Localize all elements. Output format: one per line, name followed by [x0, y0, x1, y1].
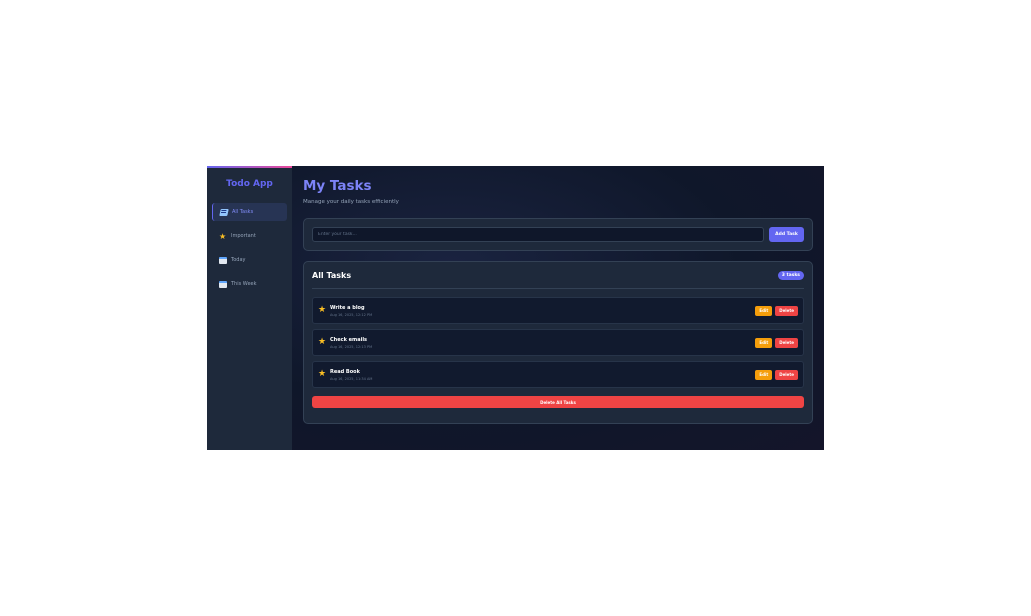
delete-all-button[interactable]: Delete All Tasks — [312, 396, 804, 408]
task-date: Aug 16, 2025, 11:34 AM — [330, 376, 373, 381]
task-date: Aug 16, 2025, 12:12 PM — [330, 312, 373, 317]
task-input[interactable] — [312, 227, 764, 242]
sidebar-item-today[interactable]: Today — [212, 251, 287, 269]
task-date: Aug 16, 2025, 12:13 PM — [330, 344, 373, 349]
calendar-icon — [219, 256, 227, 264]
main-content: My Tasks Manage your daily tasks efficie… — [292, 166, 824, 450]
star-icon[interactable]: ★ — [318, 370, 330, 379]
task-item: ★ Write a blog Aug 16, 2025, 12:12 PM Ed… — [312, 297, 804, 324]
add-task-card: Add Task — [303, 218, 813, 251]
star-icon[interactable]: ★ — [318, 338, 330, 347]
add-task-button[interactable]: Add Task — [769, 227, 804, 242]
task-name: Read Book — [330, 368, 360, 375]
notebook-icon — [219, 208, 229, 216]
edit-button[interactable]: Edit — [755, 305, 773, 316]
sidebar-item-this-week[interactable]: This Week — [212, 275, 287, 293]
task-text: Read Book Aug 16, 2025, 11:34 AM — [330, 369, 752, 381]
page-subtitle: Manage your daily tasks efficiently — [303, 199, 399, 205]
sidebar-item-important[interactable]: ★ Important — [212, 227, 287, 245]
app-window: Todo App All Tasks ★ Important Today Thi… — [207, 166, 824, 450]
task-name: Write a blog — [330, 304, 365, 311]
sidebar-item-all-tasks[interactable]: All Tasks — [212, 203, 287, 221]
calendar-icon — [219, 280, 227, 288]
star-icon[interactable]: ★ — [318, 306, 330, 315]
delete-button[interactable]: Delete — [775, 369, 798, 380]
edit-button[interactable]: Edit — [755, 337, 773, 348]
app-brand: Todo App — [226, 179, 273, 189]
task-text: Write a blog Aug 16, 2025, 12:12 PM — [330, 305, 752, 317]
delete-button[interactable]: Delete — [775, 305, 798, 316]
task-text: Check emails Aug 16, 2025, 12:13 PM — [330, 337, 752, 349]
page-title: My Tasks — [303, 178, 372, 194]
sidebar-item-label: Today — [231, 257, 246, 263]
tasks-title: All Tasks — [312, 270, 352, 280]
task-name: Check emails — [330, 336, 368, 343]
task-count-badge: 3 tasks — [777, 270, 804, 280]
task-list: ★ Write a blog Aug 16, 2025, 12:12 PM Ed… — [312, 297, 804, 388]
edit-button[interactable]: Edit — [755, 369, 773, 380]
sidebar-item-label: Important — [231, 233, 256, 239]
delete-button[interactable]: Delete — [775, 337, 798, 348]
tasks-card: All Tasks 3 tasks ★ Write a blog Aug 16,… — [303, 261, 813, 424]
sidebar-item-label: All Tasks — [232, 209, 254, 215]
sidebar-item-label: This Week — [231, 281, 257, 287]
task-item: ★ Check emails Aug 16, 2025, 12:13 PM Ed… — [312, 329, 804, 356]
star-icon: ★ — [219, 231, 227, 241]
sidebar: Todo App All Tasks ★ Important Today Thi… — [207, 166, 292, 450]
sidebar-nav: All Tasks ★ Important Today This Week — [207, 203, 292, 293]
task-item: ★ Read Book Aug 16, 2025, 11:34 AM Edit … — [312, 361, 804, 388]
tasks-header: All Tasks 3 tasks — [312, 262, 804, 289]
